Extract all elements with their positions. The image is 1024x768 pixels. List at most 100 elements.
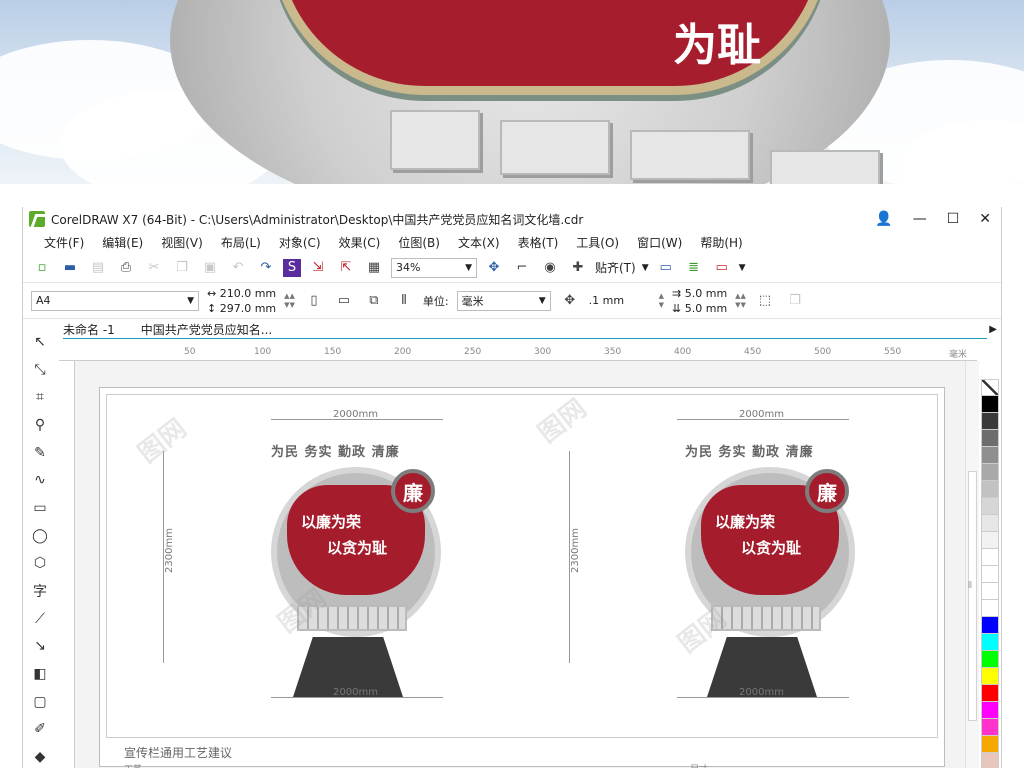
color-swatch[interactable] [981, 430, 999, 447]
zoom-level-select[interactable]: 34% ▼ [391, 257, 477, 278]
color-swatch[interactable] [981, 396, 999, 413]
options-icon[interactable]: ▭ [655, 257, 677, 279]
page-height-field[interactable]: ↕ 297.0 mm [207, 301, 276, 316]
minimize-button[interactable]: — [913, 211, 927, 227]
tabs-scroll-right-icon[interactable]: ▶ [989, 324, 997, 335]
page-width-field[interactable]: ↔ 210.0 mm [207, 286, 276, 301]
treat-as-filled-icon[interactable]: ⬚ [754, 290, 776, 312]
alignment-icon[interactable]: ≣ [683, 257, 705, 279]
color-swatch[interactable] [981, 566, 999, 583]
chevron-down-icon[interactable]: ▼ [642, 263, 649, 273]
export-icon[interactable]: ⇱ [335, 257, 357, 279]
snap-to-label[interactable]: 贴齐(T) [595, 259, 636, 276]
color-swatch[interactable] [981, 413, 999, 430]
chevron-down-icon[interactable]: ▼ [739, 263, 746, 273]
all-pages-icon[interactable]: ⧉ [363, 290, 385, 312]
menu-object[interactable]: 对象(C) [270, 234, 330, 251]
menu-table[interactable]: 表格(T) [509, 234, 568, 251]
color-swatch[interactable] [981, 651, 999, 668]
color-swatch[interactable] [981, 481, 999, 498]
color-swatch[interactable] [981, 719, 999, 736]
color-swatch[interactable] [981, 549, 999, 566]
crop-tool-icon[interactable]: ⌗ [29, 386, 51, 408]
menu-view[interactable]: 视图(V) [152, 234, 212, 251]
menu-file[interactable]: 文件(F) [35, 234, 93, 251]
guidelines-icon[interactable]: ✚ [567, 257, 589, 279]
zoom-tool-icon[interactable]: ⚲ [29, 414, 51, 436]
cut-icon[interactable]: ✂ [143, 257, 165, 279]
culture-sign-right[interactable]: 为民 务实 勤政 清廉 以廉为荣 以贪为耻 廉 [665, 441, 875, 701]
open-folder-icon[interactable]: ▬ [59, 257, 81, 279]
color-swatch[interactable] [981, 634, 999, 651]
menu-window[interactable]: 窗口(W) [628, 234, 691, 251]
print-icon[interactable]: ⎙ [115, 257, 137, 279]
duplicate-x-field[interactable]: ⇉ 5.0 mm [672, 286, 727, 301]
units-select[interactable]: 毫米 ▼ [456, 290, 551, 311]
maximize-button[interactable]: ☐ [947, 211, 960, 227]
duplicate-spinner[interactable]: ▲▲ ▼▼ [735, 292, 746, 310]
menu-bitmaps[interactable]: 位图(B) [389, 234, 449, 251]
full-screen-icon[interactable]: ✥ [483, 257, 505, 279]
search-content-icon[interactable]: S [283, 258, 301, 277]
no-color-swatch[interactable] [981, 379, 999, 396]
polygon-tool-icon[interactable]: ⬡ [29, 553, 51, 575]
application-launcher-icon[interactable]: ▭ [711, 257, 733, 279]
color-swatch[interactable] [981, 447, 999, 464]
color-swatch[interactable] [981, 583, 999, 600]
transparency-tool-icon[interactable]: ▢ [29, 691, 51, 713]
color-swatch[interactable] [981, 532, 999, 549]
scrollbar-thumb[interactable] [968, 471, 977, 721]
menu-effects[interactable]: 效果(C) [330, 234, 390, 251]
portrait-icon[interactable]: ▯ [303, 290, 325, 312]
artistic-media-icon[interactable]: ∿ [29, 469, 51, 491]
landscape-icon[interactable]: ▭ [333, 290, 355, 312]
color-swatch[interactable] [981, 498, 999, 515]
tab-current-document[interactable]: 中国共产党党员应知名... [141, 321, 272, 338]
menu-layout[interactable]: 布局(L) [212, 234, 270, 251]
page-size-spinner[interactable]: ▲▲ ▼▼ [284, 292, 295, 310]
duplicate-y-field[interactable]: ⇊ 5.0 mm [672, 301, 727, 316]
color-swatch[interactable] [981, 702, 999, 719]
copy-properties-icon[interactable]: ❐ [784, 290, 806, 312]
copy-icon[interactable]: ❐ [171, 257, 193, 279]
color-swatch[interactable] [981, 736, 999, 753]
publish-pdf-icon[interactable]: ▦ [363, 257, 385, 279]
menu-help[interactable]: 帮助(H) [691, 234, 751, 251]
color-swatch[interactable] [981, 685, 999, 702]
pick-tool-icon[interactable]: ↖ [29, 331, 51, 353]
tab-untitled[interactable]: 未命名 -1 [63, 321, 115, 338]
paste-icon[interactable]: ▣ [199, 257, 221, 279]
connector-tool-icon[interactable]: ↘ [29, 636, 51, 658]
vertical-scrollbar[interactable]: ⦀ [965, 361, 979, 768]
color-swatch[interactable] [981, 515, 999, 532]
document-page[interactable]: 2000mm 2300mm 为民 务实 勤政 清廉 以廉为荣 以贪为耻 廉 20… [99, 387, 945, 768]
color-swatch[interactable] [981, 753, 999, 768]
color-swatch[interactable] [981, 600, 999, 617]
nudge-spinner[interactable]: ▲ ▼ [659, 292, 664, 310]
culture-sign-left[interactable]: 为民 务实 勤政 清廉 以廉为荣 以贪为耻 廉 [251, 441, 461, 701]
freehand-tool-icon[interactable]: ✎ [29, 442, 51, 464]
user-icon[interactable]: 👤 [875, 211, 892, 227]
text-tool-icon[interactable]: 字 [29, 580, 51, 602]
shape-tool-icon[interactable]: ⤡ [29, 359, 51, 381]
page-size-select[interactable]: A4 ▼ [31, 290, 199, 311]
undo-icon[interactable]: ↶ [227, 257, 249, 279]
close-button[interactable]: ✕ [979, 211, 991, 227]
fill-tool-icon[interactable]: ◆ [29, 746, 51, 768]
ellipse-tool-icon[interactable]: ◯ [29, 525, 51, 547]
drop-shadow-icon[interactable]: ◧ [29, 663, 51, 685]
eyedropper-tool-icon[interactable]: ✐ [29, 719, 51, 741]
save-icon[interactable]: ▤ [87, 257, 109, 279]
drawing-canvas[interactable]: 2000mm 2300mm 为民 务实 勤政 清廉 以廉为荣 以贪为耻 廉 20… [75, 361, 965, 768]
rulers-icon[interactable]: ⌐ [511, 257, 533, 279]
import-icon[interactable]: ⇲ [307, 257, 329, 279]
redo-icon[interactable]: ↷ [255, 257, 277, 279]
color-swatch[interactable] [981, 668, 999, 685]
color-swatch[interactable] [981, 617, 999, 634]
nudge-distance-field[interactable]: .1 mm [589, 294, 651, 307]
menu-tools[interactable]: 工具(O) [567, 234, 628, 251]
current-page-icon[interactable]: ⫴ [393, 290, 415, 312]
menu-edit[interactable]: 编辑(E) [93, 234, 152, 251]
color-swatch[interactable] [981, 464, 999, 481]
menu-text[interactable]: 文本(X) [449, 234, 509, 251]
